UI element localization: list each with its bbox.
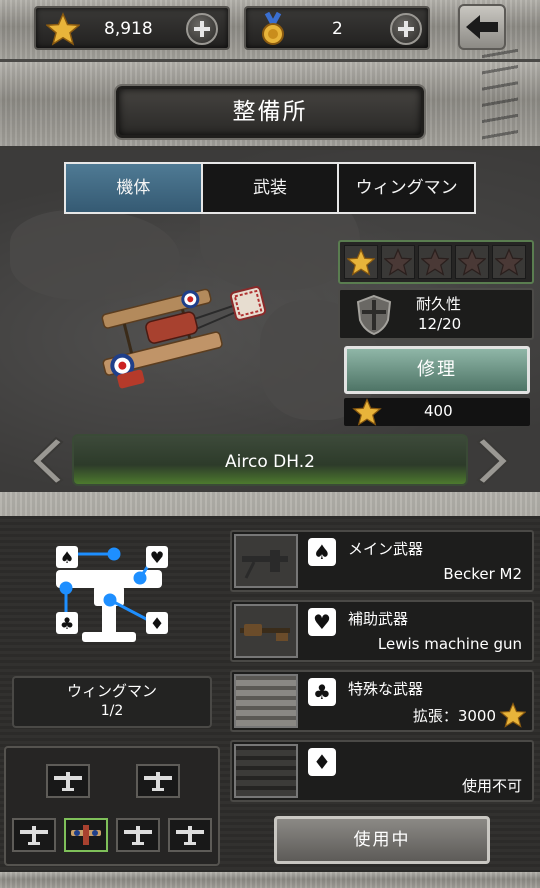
diamond-slot-icon: ♦	[146, 612, 168, 634]
rank-stars	[338, 240, 534, 284]
empty-star-icon	[495, 248, 523, 276]
category-tabs: 機体 武装 ウィングマン	[64, 162, 476, 214]
durability-value: 12/20	[418, 315, 462, 333]
empty-star-icon	[384, 248, 412, 276]
weapon-name: Lewis machine gun	[377, 635, 522, 653]
weapon-row-secondary[interactable]: ♥ 補助武器 Lewis machine gun	[230, 600, 534, 662]
tab-armament[interactable]: 武装	[203, 164, 340, 212]
wingman-count: 1/2	[100, 703, 124, 719]
club-slot-icon: ♣	[56, 612, 78, 634]
biplane-image	[101, 286, 267, 389]
gold-star-icon	[46, 12, 80, 46]
durability-label: 耐久性	[416, 295, 462, 313]
weapon-row-special[interactable]: ♣ 特殊な武器 拡張：3000	[230, 670, 534, 732]
medal-currency-counter: 2	[244, 6, 430, 50]
expansion-cost: 拡張：3000	[412, 707, 496, 725]
aircraft-name-bar: Airco DH.2	[72, 434, 468, 486]
weapon-row-unavailable: ♦ 使用不可	[230, 740, 534, 802]
weapon-slot-title: 特殊な武器	[348, 680, 424, 698]
empty-star-icon	[458, 248, 486, 276]
plane-silhouette-icon	[176, 826, 204, 845]
star-currency-counter: 8,918	[34, 6, 230, 50]
unavailable-slot-thumbnail	[234, 744, 298, 798]
page-title: 整備所	[116, 86, 424, 138]
weapon-name: Becker M2	[443, 565, 522, 583]
formation-slot[interactable]	[116, 818, 160, 852]
chain-decoration	[482, 48, 518, 140]
durability-panel: 耐久性 12/20	[338, 288, 534, 340]
shield-icon	[356, 294, 392, 336]
back-arrow-icon	[466, 15, 498, 39]
in-use-button[interactable]: 使用中	[274, 816, 490, 864]
rank-star-empty	[381, 245, 415, 279]
club-icon: ♣	[308, 678, 336, 706]
lewis-gun-icon	[240, 624, 290, 641]
tab-wingman[interactable]: ウィングマン	[339, 164, 474, 212]
medal-currency-value: 2	[332, 19, 343, 39]
formation-slot-lead[interactable]	[64, 818, 108, 852]
weapon-row-main[interactable]: ♠ メイン武器 Becker M2	[230, 530, 534, 592]
machine-gun-icon	[242, 550, 288, 579]
rank-star-empty	[492, 245, 526, 279]
tab-airframe[interactable]: 機体	[66, 164, 203, 212]
repair-cost-value: 400	[424, 402, 453, 420]
weapon-slot-title: メイン武器	[348, 540, 424, 558]
next-aircraft-arrow-icon[interactable]	[474, 436, 518, 486]
star-currency-value: 8,918	[104, 19, 153, 39]
plane-silhouette-icon	[20, 826, 48, 845]
gold-star-icon	[500, 702, 526, 728]
rank-star-empty	[418, 245, 452, 279]
weapon-slot-title: 補助武器	[348, 610, 409, 628]
wingman-count-panel: ウィングマン 1/2	[12, 676, 212, 728]
squadron-formation	[4, 746, 220, 866]
plane-silhouette-icon	[124, 826, 152, 845]
buy-medals-plus-button[interactable]	[390, 13, 422, 45]
formation-slot[interactable]	[46, 764, 90, 798]
formation-slot[interactable]	[136, 764, 180, 798]
rank-star-empty	[455, 245, 489, 279]
medal-icon	[262, 12, 284, 45]
heart-icon: ♥	[308, 608, 336, 636]
bottom-frame	[0, 872, 540, 888]
plane-silhouette-icon	[144, 772, 172, 791]
heart-slot-icon: ♥	[146, 546, 168, 568]
spade-slot-icon: ♠	[56, 546, 78, 568]
rank-star-filled	[344, 245, 378, 279]
formation-slot[interactable]	[12, 818, 56, 852]
wingman-label: ウィングマン	[66, 682, 157, 700]
formation-slot[interactable]	[168, 818, 212, 852]
previous-aircraft-arrow-icon[interactable]	[22, 436, 66, 486]
plane-silhouette-icon	[54, 772, 82, 791]
machine-gun-thumbnail	[234, 534, 298, 588]
gold-star-icon	[347, 248, 375, 276]
repair-button[interactable]: 修理	[344, 346, 530, 394]
spade-icon: ♠	[308, 538, 336, 566]
lewis-gun-thumbnail	[234, 604, 298, 658]
locked-slot-thumbnail	[234, 674, 298, 728]
empty-star-icon	[421, 248, 449, 276]
repair-cost: 400	[344, 398, 530, 426]
gold-star-icon	[352, 398, 382, 426]
active-plane-icon	[71, 825, 101, 845]
buy-stars-plus-button[interactable]	[186, 13, 218, 45]
back-button[interactable]	[458, 4, 506, 50]
diamond-icon: ♦	[308, 748, 336, 776]
unavailable-label: 使用不可	[461, 777, 522, 795]
